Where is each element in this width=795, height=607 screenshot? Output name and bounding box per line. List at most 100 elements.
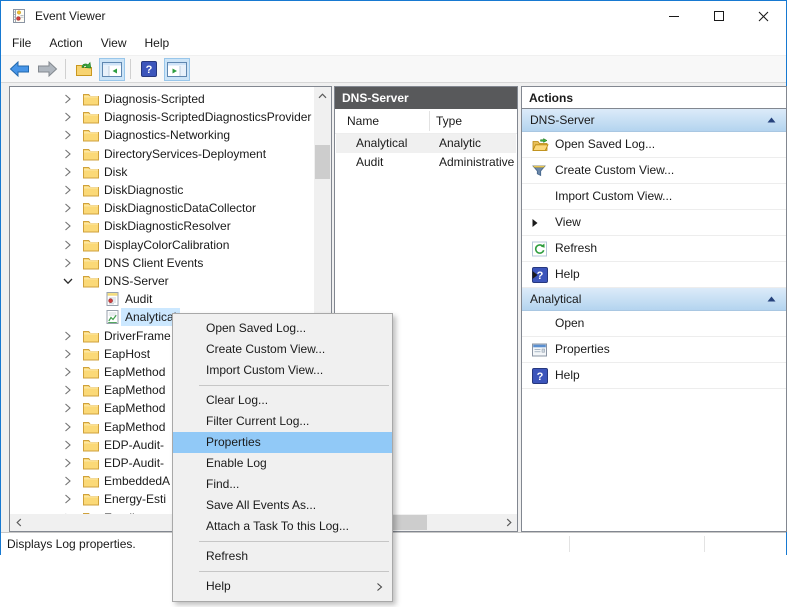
tree-item-disk[interactable]: Disk: [10, 163, 314, 181]
close-button[interactable]: [741, 1, 786, 31]
help-blue-icon: ?: [141, 61, 157, 77]
menu-help[interactable]: Help: [136, 31, 179, 55]
action-help[interactable]: ?Help: [522, 262, 786, 288]
chevron-right-icon[interactable]: [63, 385, 72, 395]
audit-log-icon: [106, 292, 119, 307]
chevron-right-icon[interactable]: [63, 149, 72, 159]
menu-file[interactable]: File: [3, 31, 40, 55]
chevron-right-icon[interactable]: [63, 94, 72, 104]
submenu-arrow-icon: [532, 218, 776, 227]
folder-icon: [83, 129, 99, 142]
folder-icon: [83, 347, 99, 360]
menu-view[interactable]: View: [92, 31, 136, 55]
show-hide-action-pane-button[interactable]: [164, 58, 190, 81]
menu-action[interactable]: Action: [40, 31, 91, 55]
chevron-right-icon[interactable]: [63, 367, 72, 377]
context-menu-enable-log[interactable]: Enable Log: [173, 453, 392, 474]
back-button[interactable]: [6, 58, 32, 81]
chevron-right-icon[interactable]: [63, 440, 72, 450]
chevron-right-icon[interactable]: [63, 403, 72, 413]
filter-icon: [532, 164, 546, 177]
column-header-type[interactable]: Type: [436, 109, 462, 133]
tree-item-directoryservices-deployment[interactable]: DirectoryServices-Deployment: [10, 145, 314, 163]
collapse-arrow-icon[interactable]: [767, 296, 776, 302]
forward-button[interactable]: [34, 58, 60, 81]
show-hide-console-tree-button[interactable]: [99, 58, 125, 81]
context-menu-filter-current-log[interactable]: Filter Current Log...: [173, 411, 392, 432]
tree-item-label: DiskDiagnostic: [100, 181, 187, 199]
context-menu-clear-log[interactable]: Clear Log...: [173, 390, 392, 411]
chevron-right-icon[interactable]: [63, 185, 72, 195]
chevron-right-icon[interactable]: [63, 167, 72, 177]
minimize-button[interactable]: [651, 1, 696, 31]
log-row-analytical[interactable]: AnalyticalAnalytic: [336, 134, 516, 153]
tree-item-diskdiagnosticdatacollector[interactable]: DiskDiagnosticDataCollector: [10, 199, 314, 217]
context-menu-properties[interactable]: Properties: [173, 432, 392, 453]
chevron-right-icon[interactable]: [63, 349, 72, 359]
tree-item-diskdiagnosticresolver[interactable]: DiskDiagnosticResolver: [10, 217, 314, 235]
chevron-right-icon[interactable]: [63, 112, 72, 122]
actions-section-label: DNS-Server: [530, 113, 595, 127]
chevron-right-icon[interactable]: [63, 331, 72, 341]
tree-item-dns-server[interactable]: DNS-Server: [10, 272, 314, 290]
action-create-custom-view[interactable]: Create Custom View...: [522, 158, 786, 184]
tree-item-label: Audit: [121, 290, 156, 308]
export-button[interactable]: [71, 58, 97, 81]
action-open[interactable]: Open: [522, 311, 786, 337]
tree-item-dns-client-events[interactable]: DNS Client Events: [10, 254, 314, 272]
context-menu-refresh[interactable]: Refresh: [173, 546, 392, 567]
help-button[interactable]: ?: [136, 58, 162, 81]
tree-item-diagnosis-scripted[interactable]: Diagnosis-Scripted: [10, 90, 314, 108]
context-menu-save-all-events-as[interactable]: Save All Events As...: [173, 495, 392, 516]
context-menu-help[interactable]: Help: [173, 576, 392, 597]
chevron-right-icon[interactable]: [63, 494, 72, 504]
action-open-saved-log[interactable]: Open Saved Log...: [522, 132, 786, 158]
action-label: Open: [555, 311, 584, 336]
context-menu-attach-a-task-to-this-log[interactable]: Attach a Task To this Log...: [173, 516, 392, 537]
column-divider[interactable]: [429, 111, 430, 131]
tree-item-diagnosis-scripteddiagnosticsprovider[interactable]: Diagnosis-ScriptedDiagnosticsProvider: [10, 108, 314, 126]
context-menu-find[interactable]: Find...: [173, 474, 392, 495]
chevron-right-icon[interactable]: [63, 221, 72, 231]
tree-item-diskdiagnostic[interactable]: DiskDiagnostic: [10, 181, 314, 199]
scroll-right-button[interactable]: [500, 514, 517, 531]
tree-item-label: DisplayColorCalibration: [100, 236, 233, 254]
chevron-right-icon[interactable]: [63, 458, 72, 468]
action-import-custom-view[interactable]: Import Custom View...: [522, 184, 786, 210]
tree-item-displaycolorcalibration[interactable]: DisplayColorCalibration: [10, 236, 314, 254]
maximize-button[interactable]: [696, 1, 741, 31]
chevron-right-icon[interactable]: [63, 258, 72, 268]
action-view[interactable]: View: [522, 210, 786, 236]
context-menu-open-saved-log[interactable]: Open Saved Log...: [173, 318, 392, 339]
chevron-right-icon[interactable]: [63, 203, 72, 213]
context-menu-separator: [199, 541, 389, 542]
chevron-right-icon[interactable]: [63, 240, 72, 250]
context-menu-import-custom-view[interactable]: Import Custom View...: [173, 360, 392, 381]
chevron-right-icon[interactable]: [63, 422, 72, 432]
title-bar[interactable]: Event Viewer: [1, 1, 786, 31]
actions-pane-title: Actions: [522, 87, 786, 109]
action-refresh[interactable]: Refresh: [522, 236, 786, 262]
chevron-right-icon[interactable]: [63, 130, 72, 140]
chevron-down-icon[interactable]: [63, 276, 73, 286]
actions-section-analytical[interactable]: Analytical: [522, 288, 786, 311]
folder-icon: [83, 202, 99, 215]
scroll-left-button[interactable]: [10, 514, 27, 531]
action-help[interactable]: ?Help: [522, 363, 786, 389]
action-label: Properties: [555, 337, 610, 362]
vertical-scrollbar-thumb[interactable]: [315, 145, 330, 179]
collapse-arrow-icon[interactable]: [767, 117, 776, 123]
chevron-right-icon[interactable]: [63, 476, 72, 486]
status-bar-divider: [704, 536, 705, 552]
action-label: Create Custom View...: [555, 158, 674, 183]
actions-section-dns-server[interactable]: DNS-Server: [522, 109, 786, 132]
scroll-up-button[interactable]: [314, 87, 331, 104]
tree-item-label: EapMethod: [100, 418, 169, 436]
column-header-name[interactable]: Name: [347, 109, 379, 133]
context-menu-create-custom-view[interactable]: Create Custom View...: [173, 339, 392, 360]
log-row-audit[interactable]: AuditAdministrative: [336, 153, 516, 172]
action-properties[interactable]: Properties: [522, 337, 786, 363]
tree-item-audit[interactable]: Audit: [10, 290, 314, 308]
tree-item-label: DiskDiagnosticResolver: [100, 217, 235, 235]
tree-item-diagnostics-networking[interactable]: Diagnostics-Networking: [10, 126, 314, 144]
